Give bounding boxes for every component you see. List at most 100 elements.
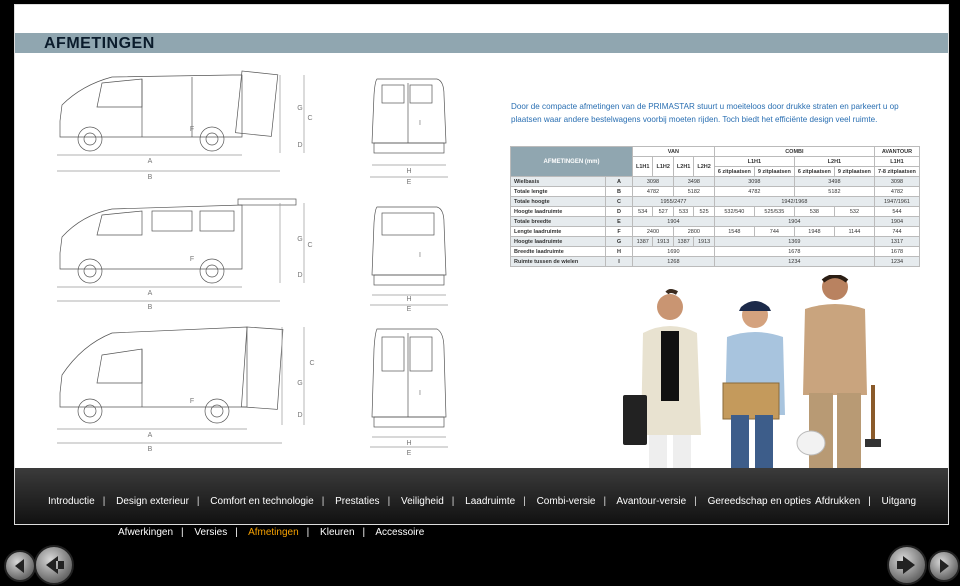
dim-label-g3: G [297,380,302,387]
subnav-separator: | [306,527,310,538]
subnav-item-afmetingen[interactable]: Afmetingen [248,527,299,538]
table-row: Totale hoogte C 1955/2477 1942/1968 1947… [510,196,921,207]
table-row: Breedte laadruimte H 1690 1678 1678 [510,246,921,257]
group-van: VAN [632,146,715,157]
subnav-separator: | [181,527,184,538]
nav-item-gereedschap[interactable]: Gereedschap en opties [708,496,811,507]
next-page-button[interactable] [887,545,927,585]
prev-first-icon [15,559,24,573]
row-label: Totale hoogte [510,196,606,207]
next-icon [897,556,915,574]
nav-separator: | [523,496,526,507]
dim-label-f2: F [190,256,194,263]
table-cell: 1904 [713,216,875,227]
print-link[interactable]: Afdrukken [815,496,860,507]
row-letter: H [605,246,633,257]
intro-text: Door de compacte afmetingen van de PRIMA… [511,102,899,124]
row-letter: E [605,216,633,227]
table-cell: 2400 [632,226,674,237]
dim-label-i: I [419,120,421,127]
van-drawings: A B G C D F H E I A B G C D F H E I A B [42,65,472,465]
nav-item-introductie[interactable]: Introductie [48,496,95,507]
dim-label-c2: C [307,242,312,249]
row-letter: F [605,226,633,237]
subnav-separator: | [235,527,238,538]
nav-item-laadruimte[interactable]: Laadruimte [465,496,515,507]
table-cell: 1947/1961 [873,196,921,207]
table-row: Wielbasis A 3098 3498 3098 3498 3098 [510,176,921,187]
dim-label-h2: H [406,296,411,303]
page-title: AFMETINGEN [44,35,155,52]
dim-label-b: B [148,174,153,181]
dim-label-c3: C [309,360,314,367]
table-cell: 1317 [873,236,921,247]
table-row: Ruimte tussen de wielen I 1268 1234 1234 [510,256,921,267]
row-letter: I [605,256,633,267]
seats-header: 6 zitplaatsen [713,166,755,177]
table-cell: 532/540 [713,206,755,217]
subnav-item-kleuren[interactable]: Kleuren [320,527,354,538]
nav-item-comfort[interactable]: Comfort en technologie [210,496,313,507]
table-cell: 3098 [632,176,674,187]
table-row: Hoogte laadruimte D 534 527 533 525 532/… [510,206,921,217]
last-page-button[interactable] [928,550,960,582]
seats-header: 6 zitplaatsen [793,166,835,177]
dim-label-h: H [406,168,411,175]
table-cell: 1369 [713,236,875,247]
row-letter: C [605,196,633,207]
nav-item-avantour[interactable]: Avantour-versie [616,496,686,507]
nav-separator: | [196,496,200,507]
table-cell: 2800 [672,226,715,237]
dim-label-b3: B [148,446,153,453]
dim-label-a3: A [148,432,153,439]
dim-label-e2: E [407,306,412,313]
table-cell: 544 [873,206,921,217]
first-page-button[interactable] [4,550,36,582]
table-cell: 1387 [631,236,654,247]
model-header: L1H1 [713,156,795,167]
table-row: Lengte laadruimte F 2400 2800 1548 744 1… [510,226,921,237]
row-label: Hoogte laadruimte [510,206,606,217]
table-cell: 3098 [873,176,921,187]
table-cell: 4782 [713,186,795,197]
nav-separator: | [387,496,391,507]
utility-nav: Afdrukken | Uitgang [815,496,916,507]
main-navbar: Introductie | Design exterieur | Comfort e… [15,468,948,524]
dim-label-f3: F [190,398,194,405]
table-cell: 1234 [873,256,921,267]
dim-label-i3: I [419,390,421,397]
table-cell: 1678 [713,246,875,257]
nav-item-combi[interactable]: Combi-versie [537,496,596,507]
group-avantour: AVANTOUR [873,146,921,157]
row-letter: D [605,206,633,217]
seats-header: 7-8 zitplaatsen [873,166,921,177]
dimensions-table: AFMETINGEN (mm) VAN COMBI AVANTOUR L1H1 … [510,146,921,267]
dim-label-e3: E [407,450,412,457]
table-cell: 1548 [713,226,755,237]
subnav-item-versies[interactable]: Versies [194,527,227,538]
nav-item-prestaties[interactable]: Prestaties [335,496,379,507]
subnav-separator: | [362,527,366,538]
subnav-item-accessoire[interactable]: Accessoire [375,527,424,538]
model-header: L2H1 [672,156,695,177]
dim-label-g: G [297,105,302,112]
table-cell: 5182 [672,186,715,197]
prev-page-button[interactable] [34,545,74,585]
nav-item-design-exterieur[interactable]: Design exterieur [116,496,189,507]
table-cell: 1904 [632,216,715,227]
van-dimension-diagram: A B G C D F H E I A B G C D F H E I A B [57,70,448,457]
table-cell: 525 [693,206,715,217]
table-cell: 1690 [632,246,715,257]
table-cell: 1678 [873,246,921,257]
table-cell: 1904 [873,216,921,227]
nav-separator: | [451,496,455,507]
dim-label-d: D [297,142,302,149]
page-panel: AFMETINGEN A B G C D F H E I A B G C D F… [14,4,949,525]
dim-label-e: E [407,179,412,186]
model-header: L1H2 [652,156,674,177]
row-letter: A [605,176,633,187]
subnav-item-afwerkingen[interactable]: Afwerkingen [118,527,173,538]
sub-nav: Afwerkingen | Versies | Afmetingen | Kleure… [118,527,424,538]
nav-item-veiligheid[interactable]: Veiligheid [401,496,444,507]
exit-link[interactable]: Uitgang [882,496,916,507]
